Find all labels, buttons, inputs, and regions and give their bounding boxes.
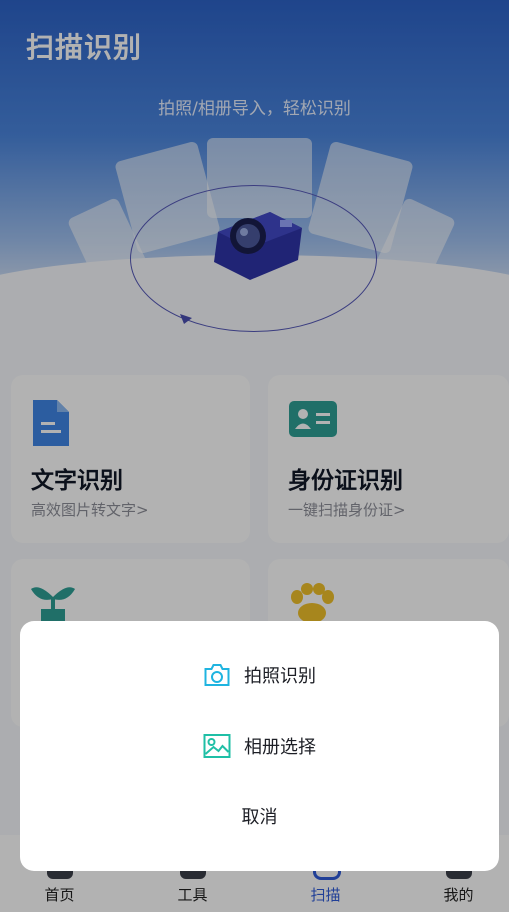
option-choose-album[interactable]: 相册选择	[20, 723, 499, 769]
option-label: 拍照识别	[244, 666, 316, 687]
option-take-photo[interactable]: 拍照识别	[20, 652, 499, 698]
scan-page: 扫描识别 拍照/相册导入，轻松识别 文字识别 高效图片转文字> 身份证识别 一键…	[0, 0, 509, 912]
image-icon	[203, 734, 230, 758]
cancel-button[interactable]: 取消	[20, 795, 499, 841]
camera-icon	[204, 664, 229, 686]
action-sheet: 拍照识别 相册选择 取消	[20, 621, 499, 871]
option-label: 相册选择	[244, 737, 316, 758]
